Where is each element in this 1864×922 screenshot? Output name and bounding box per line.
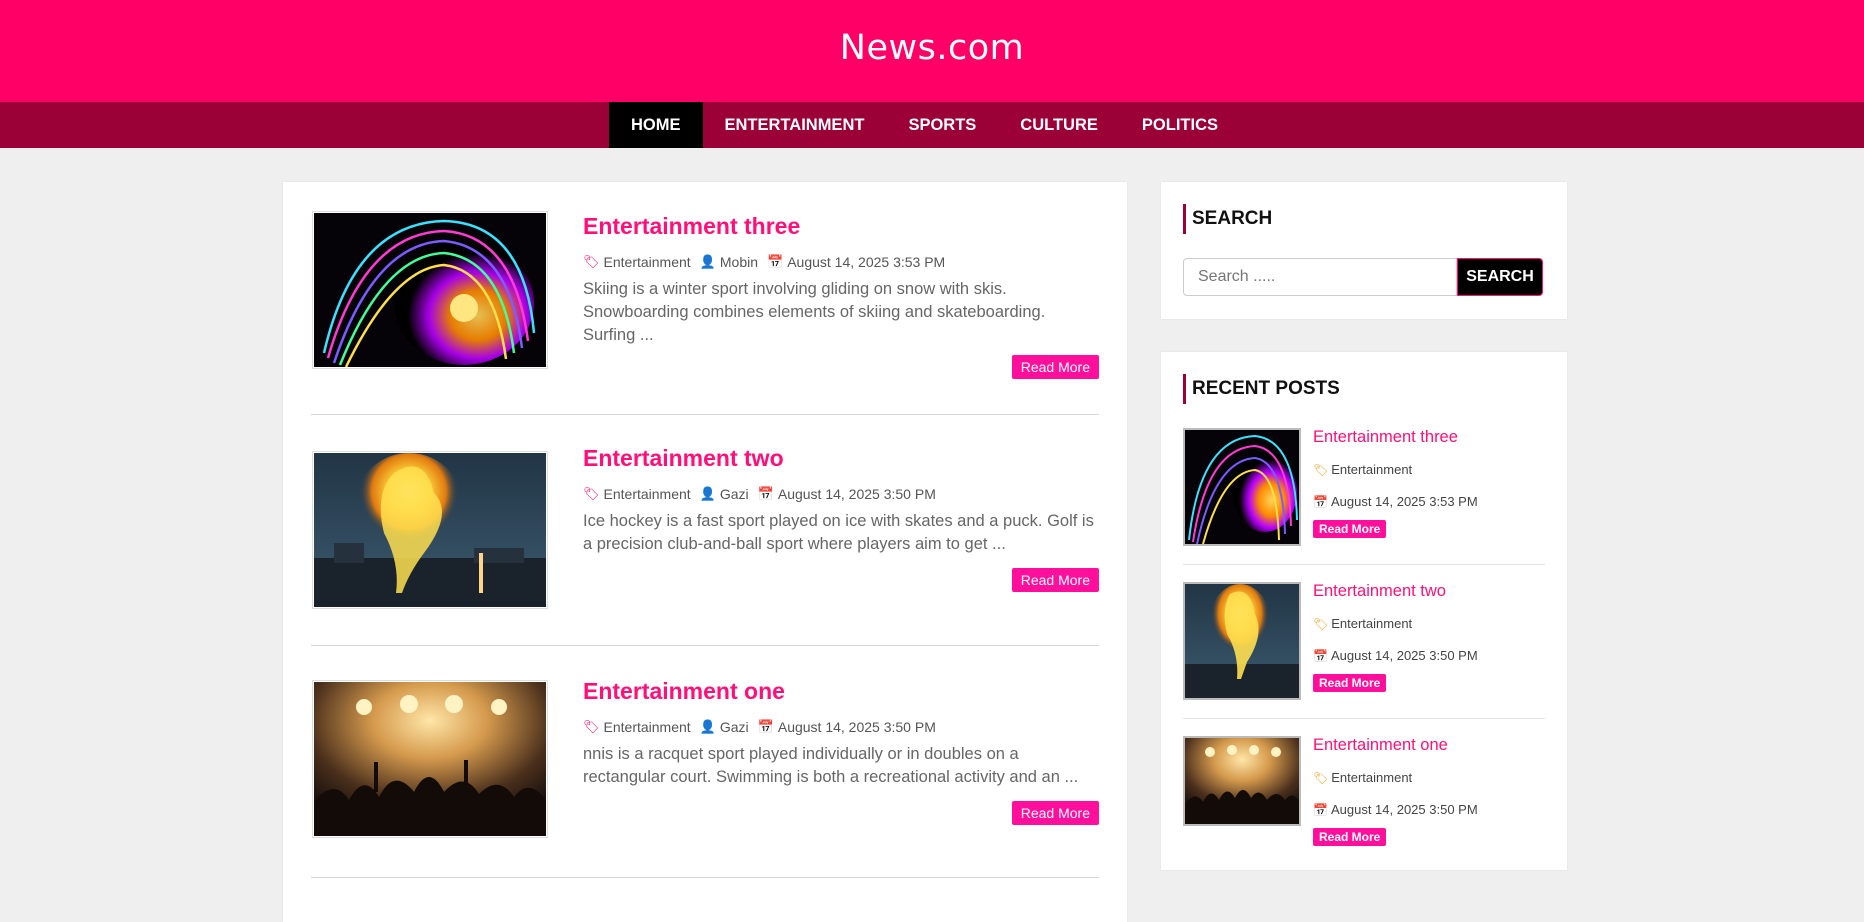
search-input[interactable] (1183, 258, 1457, 296)
article-excerpt: Ice hockey is a fast sport played on ice… (583, 512, 1094, 553)
calendar-icon: 📅 (757, 486, 774, 501)
read-more-button[interactable]: Read More (1313, 520, 1387, 538)
search-widget-title: SEARCH (1183, 204, 1272, 234)
article-meta: 🏷 Entertainment 👤 Gazi 📅 August 14, 2025… (583, 486, 1099, 502)
recent-post-category-label[interactable]: Entertainment (1331, 616, 1412, 631)
calendar-icon: 📅 (1313, 495, 1328, 509)
recent-post-date-label: August 14, 2025 3:50 PM (1330, 802, 1478, 817)
article-author[interactable]: Gazi (720, 486, 749, 502)
article-title[interactable]: Entertainment three (583, 213, 1099, 240)
article-excerpt: Skiing is a winter sport involving glidi… (583, 280, 1046, 344)
article-title[interactable]: Entertainment two (583, 445, 1099, 472)
nav-item-entertainment[interactable]: ENTERTAINMENT (703, 102, 887, 148)
read-more-button[interactable]: Read More (1011, 801, 1099, 825)
recent-posts-title: RECENT POSTS (1183, 374, 1340, 404)
article-title[interactable]: Entertainment one (583, 678, 1099, 705)
tags-icon: 🏷 (1313, 617, 1329, 631)
nav-item-culture[interactable]: CULTURE (998, 102, 1120, 148)
recent-post-item: Entertainment one 🏷 Entertainment 📅 August… (1183, 736, 1545, 856)
read-more-button[interactable]: Read More (1011, 568, 1099, 592)
read-more-button[interactable]: Read More (1011, 355, 1099, 379)
article-thumbnail[interactable] (312, 211, 548, 369)
article-date: August 14, 2025 3:50 PM (777, 719, 936, 735)
calendar-icon: 📅 (757, 719, 774, 734)
main-nav: HOME ENTERTAINMENT SPORTS CULTURE POLITI… (0, 102, 1864, 148)
recent-post-item: Entertainment three 🏷 Entertainment 📅 Augu… (1183, 428, 1545, 565)
recent-post-item: Entertainment two 🏷 Entertainment 📅 August… (1183, 582, 1545, 719)
read-more-button[interactable]: Read More (1313, 828, 1387, 846)
tags-icon: 🏷 (583, 719, 600, 734)
recent-post-title[interactable]: Entertainment three (1313, 428, 1458, 447)
article-date: August 14, 2025 3:50 PM (777, 486, 936, 502)
article-author[interactable]: Gazi (720, 719, 749, 735)
article-meta: 🏷 Entertainment 👤 Gazi 📅 August 14, 2025… (583, 719, 1099, 735)
recent-post-date: 📅 August 14, 2025 3:53 PM (1313, 494, 1478, 509)
nav-item-home[interactable]: HOME (609, 102, 703, 148)
article-date: August 14, 2025 3:53 PM (787, 254, 946, 270)
article-meta: 🏷 Entertainment 👤 Mobin 📅 August 14, 202… (583, 254, 1099, 270)
user-icon: 👤 (699, 719, 716, 734)
article-category[interactable]: Entertainment (604, 254, 691, 270)
article-category[interactable]: Entertainment (604, 719, 691, 735)
article-card: Entertainment one 🏷 Entertainment 👤 Gazi… (311, 646, 1099, 878)
recent-post-thumbnail[interactable] (1183, 582, 1301, 700)
recent-post-category-label[interactable]: Entertainment (1331, 770, 1412, 785)
recent-post-category: 🏷 Entertainment (1313, 462, 1412, 477)
recent-post-category: 🏷 Entertainment (1313, 616, 1412, 631)
recent-post-date-label: August 14, 2025 3:50 PM (1330, 648, 1478, 663)
recent-post-category: 🏷 Entertainment (1313, 770, 1412, 785)
recent-post-title[interactable]: Entertainment one (1313, 736, 1448, 755)
calendar-icon: 📅 (1313, 803, 1328, 817)
tags-icon: 🏷 (1313, 463, 1329, 477)
search-button[interactable]: SEARCH (1457, 258, 1543, 296)
user-icon: 👤 (699, 254, 716, 269)
nav-item-politics[interactable]: POLITICS (1120, 102, 1240, 148)
recent-post-thumbnail[interactable] (1183, 736, 1301, 826)
tags-icon: 🏷 (1313, 771, 1329, 785)
user-icon: 👤 (699, 486, 716, 501)
calendar-icon: 📅 (1313, 649, 1328, 663)
article-thumbnail[interactable] (312, 680, 548, 838)
tags-icon: 🏷 (583, 486, 600, 501)
site-header: News.com (0, 0, 1864, 102)
read-more-button[interactable]: Read More (1313, 674, 1387, 692)
article-excerpt: nnis is a racquet sport played individua… (583, 745, 1079, 786)
article-card: Entertainment three 🏷 Entertainment 👤 Mo… (311, 182, 1099, 415)
recent-post-title[interactable]: Entertainment two (1313, 582, 1446, 601)
article-card: Entertainment two 🏷 Entertainment 👤 Gazi… (311, 415, 1099, 646)
article-category[interactable]: Entertainment (604, 486, 691, 502)
recent-post-category-label[interactable]: Entertainment (1331, 462, 1412, 477)
calendar-icon: 📅 (767, 254, 784, 269)
article-thumbnail[interactable] (312, 451, 548, 609)
article-author[interactable]: Mobin (720, 254, 758, 270)
recent-post-date: 📅 August 14, 2025 3:50 PM (1313, 802, 1478, 817)
recent-posts-widget: RECENT POSTS Entertainment three 🏷 Entert… (1161, 352, 1567, 870)
recent-post-thumbnail[interactable] (1183, 428, 1301, 546)
search-widget: SEARCH SEARCH (1161, 182, 1567, 319)
nav-item-sports[interactable]: SPORTS (886, 102, 998, 148)
article-list: Entertainment three 🏷 Entertainment 👤 Mo… (283, 182, 1127, 922)
site-title[interactable]: News.com (840, 28, 1024, 68)
tags-icon: 🏷 (583, 254, 600, 269)
recent-post-date-label: August 14, 2025 3:53 PM (1330, 494, 1478, 509)
recent-post-date: 📅 August 14, 2025 3:50 PM (1313, 648, 1478, 663)
